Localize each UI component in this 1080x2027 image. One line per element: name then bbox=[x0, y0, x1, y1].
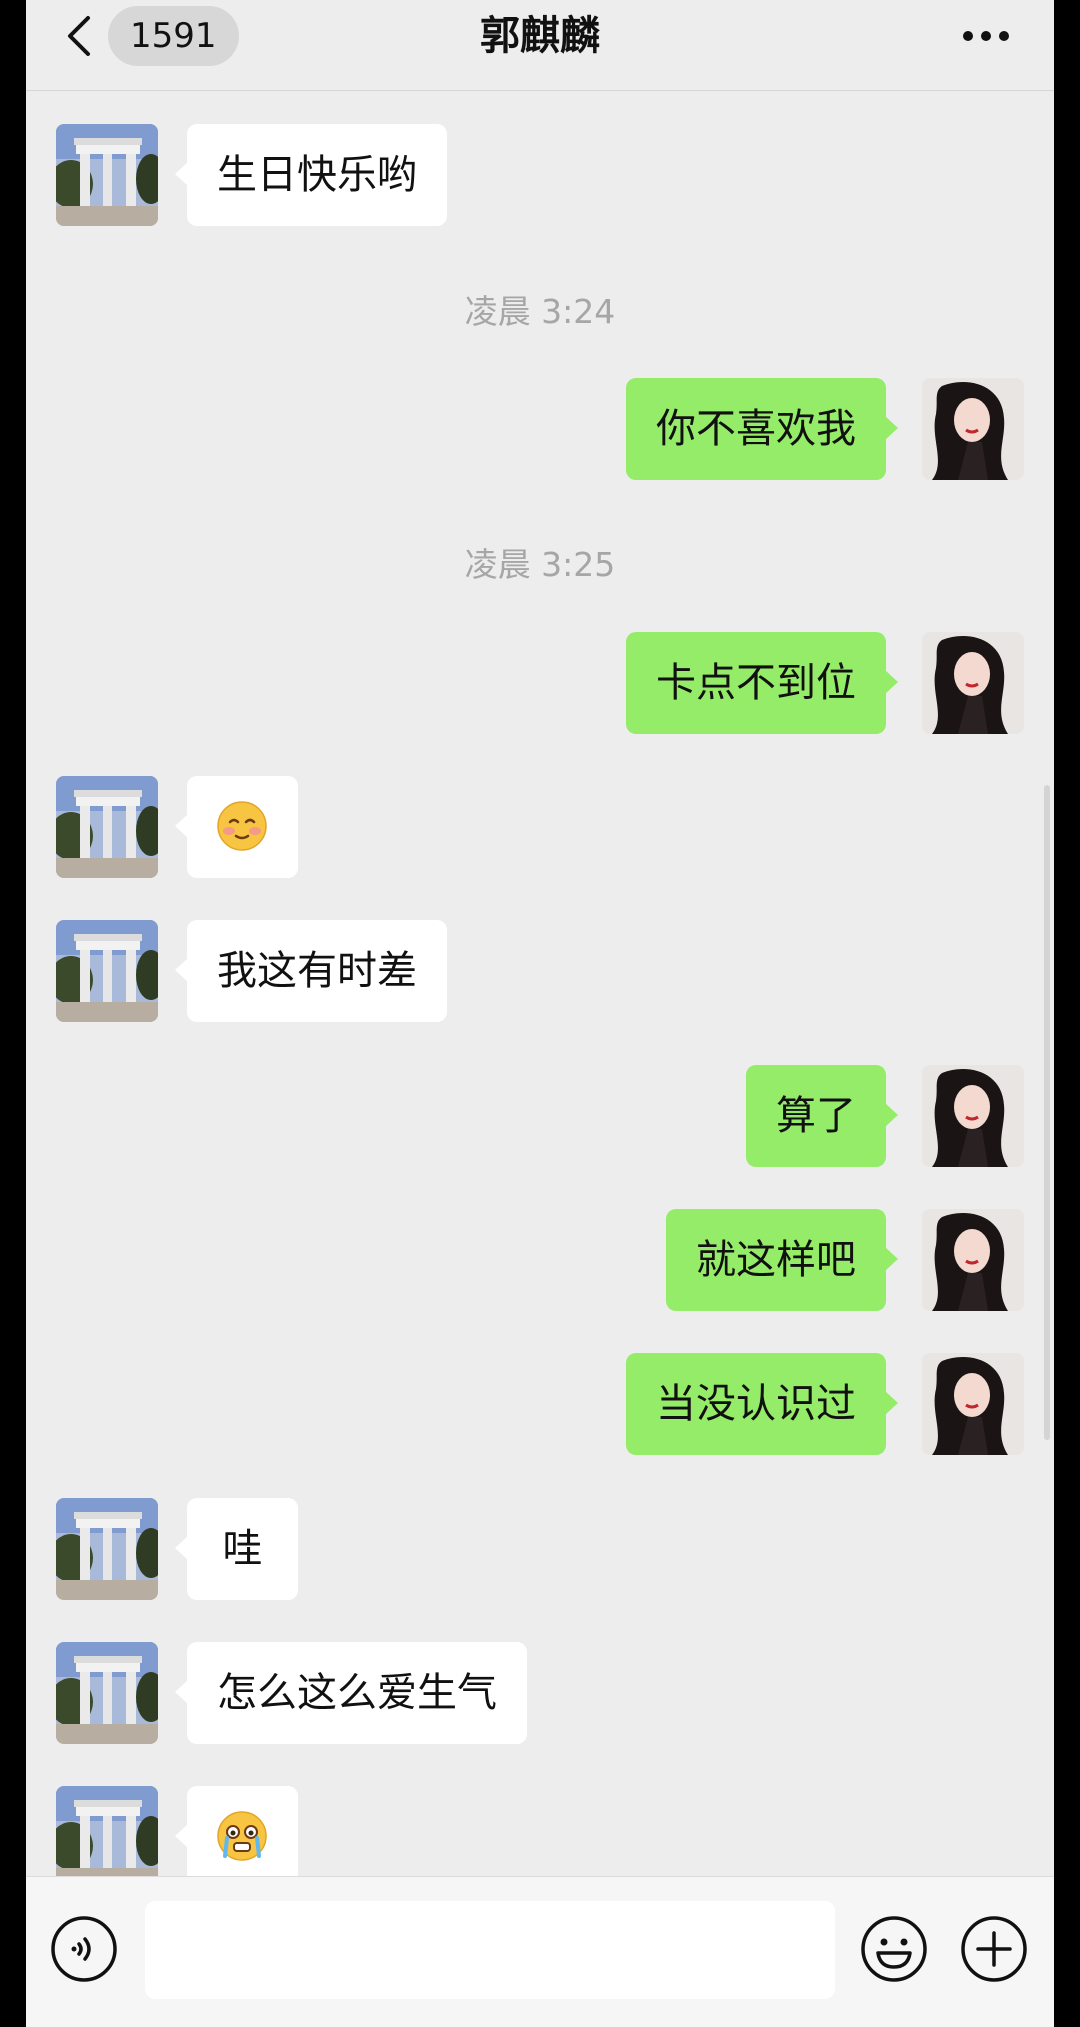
my-avatar[interactable] bbox=[922, 1065, 1024, 1167]
my-avatar[interactable] bbox=[922, 378, 1024, 480]
contact-avatar[interactable] bbox=[56, 1498, 158, 1600]
my-avatar[interactable] bbox=[922, 632, 1024, 734]
timestamp: 凌晨 3:25 bbox=[464, 545, 616, 584]
chat-screen: 1591 郭麒麟 生日快乐哟 凌晨 3:24 你不喜欢我 凌晨 3:25 卡点不… bbox=[26, 0, 1054, 2027]
contact-name-title: 郭麒麟 bbox=[480, 13, 600, 59]
my-avatar[interactable] bbox=[922, 1353, 1024, 1455]
voice-icon[interactable] bbox=[50, 1915, 118, 1983]
emoji-icon[interactable] bbox=[860, 1915, 928, 1983]
my-avatar[interactable] bbox=[922, 1209, 1024, 1311]
chat-header: 1591 郭麒麟 bbox=[26, 0, 1054, 91]
received-message-bubble[interactable]: 生日快乐哟 bbox=[175, 124, 447, 226]
received-emoji-bubble[interactable] bbox=[175, 776, 298, 878]
contact-avatar[interactable] bbox=[56, 124, 158, 226]
received-message-bubble[interactable]: 哇 bbox=[175, 1498, 298, 1600]
sent-message-bubble[interactable]: 卡点不到位 bbox=[626, 632, 898, 734]
scrollbar[interactable] bbox=[1044, 785, 1050, 1440]
contact-avatar[interactable] bbox=[56, 776, 158, 878]
timestamp: 凌晨 3:24 bbox=[464, 292, 616, 331]
message-input-bar bbox=[26, 1876, 1054, 2027]
sent-message-bubble[interactable]: 算了 bbox=[746, 1065, 898, 1167]
crying-emoji bbox=[217, 1811, 267, 1861]
more-icon[interactable] bbox=[962, 30, 1010, 42]
received-emoji-bubble[interactable] bbox=[175, 1786, 298, 1888]
contact-avatar[interactable] bbox=[56, 1642, 158, 1744]
sent-message-bubble[interactable]: 就这样吧 bbox=[666, 1209, 898, 1311]
contact-avatar[interactable] bbox=[56, 920, 158, 1022]
received-message-bubble[interactable]: 怎么这么爱生气 bbox=[175, 1642, 527, 1744]
sent-message-bubble[interactable]: 你不喜欢我 bbox=[626, 378, 898, 480]
plus-icon[interactable] bbox=[960, 1915, 1028, 1983]
blushing-smile-emoji bbox=[217, 801, 267, 851]
received-message-bubble[interactable]: 我这有时差 bbox=[175, 920, 447, 1022]
sent-message-bubble[interactable]: 当没认识过 bbox=[626, 1353, 898, 1455]
message-text-input[interactable] bbox=[145, 1901, 835, 1999]
contact-avatar[interactable] bbox=[56, 1786, 158, 1888]
